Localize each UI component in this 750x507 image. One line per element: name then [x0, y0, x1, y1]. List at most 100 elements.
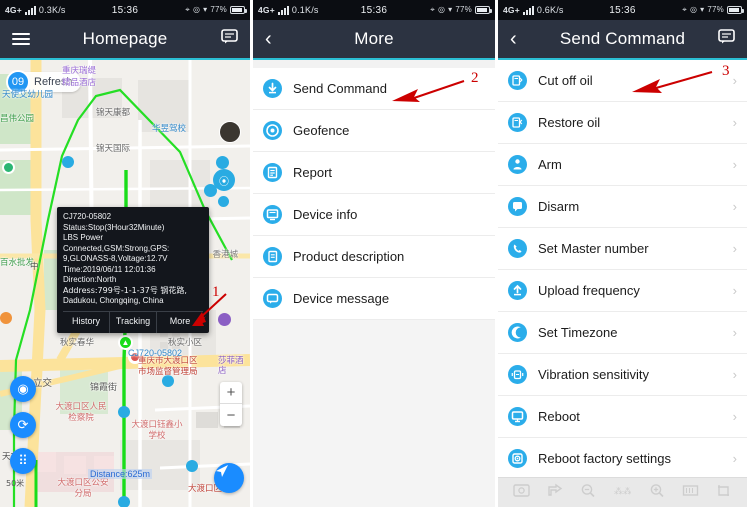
zoom-in-tool-icon[interactable] — [649, 483, 665, 503]
command-label: Disarm — [538, 199, 580, 214]
map-satellite-toggle[interactable] — [219, 121, 241, 143]
command-item-disarm[interactable]: Disarm › — [498, 186, 747, 228]
device-info-popup: CJ720-05802 Status:Stop(3Hour32Minute) L… — [57, 207, 209, 333]
popup-voltage: 9,GLONASS-8,Voltage:12.7V — [63, 254, 168, 264]
back-chevron-icon[interactable]: ‹ — [265, 29, 272, 49]
hamburger-icon[interactable] — [12, 33, 30, 45]
popup-time: Time:2019/06/11 12:01:36 — [63, 264, 156, 274]
status-right: ⌖ ◎ ▾ 77% — [430, 5, 492, 14]
command-item-reboot[interactable]: Reboot › — [498, 396, 747, 438]
menu-item-report[interactable]: Report — [253, 152, 495, 194]
popup-address-line1: Address:799号-1-1-37号 钢花路, — [63, 285, 187, 295]
phone-screen-more: 4G+ 0.1K/s 15:36 ⌖ ◎ ▾ 77% ‹ More Send C… — [250, 0, 495, 507]
menu-item-device-info[interactable]: Device info — [253, 194, 495, 236]
chat-bubble-icon[interactable] — [221, 29, 238, 49]
command-item-restore-oil[interactable]: Restore oil › — [498, 102, 747, 144]
command-item-reboot-factory-settings[interactable]: Reboot factory settings › — [498, 438, 747, 480]
map-poi-marker[interactable] — [2, 161, 15, 174]
share-tool-icon[interactable] — [547, 483, 563, 503]
map-place-label: 大渡口区公安分局 — [57, 478, 109, 499]
wifi-icon: ▾ — [700, 5, 705, 14]
crop-tool-icon[interactable] — [716, 483, 732, 503]
popup-device-id: CJ720-05802 — [63, 212, 112, 221]
map-poi-marker[interactable] — [118, 496, 130, 507]
command-label: Upload frequency — [538, 283, 640, 298]
map-device-label: CJ720-05802 — [128, 348, 183, 358]
command-item-vibration-sensitivity[interactable]: Vibration sensitivity › — [498, 354, 747, 396]
map-place-label: 重庆瑞缇 — [62, 66, 97, 76]
map-place-label: 锦天国际 — [96, 144, 131, 154]
annotation-number-3: 3 — [722, 63, 730, 79]
screenshot-tool-icon[interactable] — [512, 483, 530, 503]
location-pin-icon: ⌖ — [682, 5, 687, 14]
map-navigate-button[interactable] — [214, 463, 244, 493]
chevron-right-icon: › — [732, 73, 737, 88]
menu-item-send-command[interactable]: Send Command — [253, 68, 495, 110]
map-poi-marker[interactable] — [218, 313, 231, 326]
annotation-number-1: 1 — [212, 284, 220, 300]
map-place-label: 重庆市大渡口区市场监督管理局 — [138, 356, 198, 377]
menu-item-product-description[interactable]: Product description — [253, 236, 495, 278]
map-cluster-marker[interactable]: ⦿ — [213, 169, 235, 191]
zoom-out-button[interactable]: − — [220, 404, 242, 426]
more-button[interactable]: More — [157, 312, 203, 333]
map-poi-marker[interactable] — [118, 406, 130, 418]
command-item-upload-frequency[interactable]: Upload frequency › — [498, 270, 747, 312]
message-circle-icon — [263, 289, 282, 308]
page-title: Send Command — [559, 29, 686, 48]
command-item-arm[interactable]: Arm › — [498, 144, 747, 186]
map-poi-marker[interactable] — [216, 156, 229, 169]
map-place-label: 大渡口区人民检察院 — [55, 402, 107, 423]
map-zoom-controls[interactable]: + − — [220, 382, 242, 426]
fuel-cut-circle-icon — [508, 71, 527, 90]
chevron-right-icon: › — [732, 325, 737, 340]
vibration-circle-icon — [508, 365, 527, 384]
history-button[interactable]: History — [63, 311, 110, 333]
map-refresh-circle-button[interactable]: ⟳ — [10, 412, 36, 438]
map-poi-marker[interactable] — [186, 460, 198, 472]
zoom-out-tool-icon[interactable] — [580, 483, 596, 503]
battery-percent-label: 77% — [707, 5, 724, 14]
moon-circle-icon — [508, 323, 527, 342]
distance-label: Distance:625m — [88, 469, 153, 479]
popup-actions: History Tracking More — [63, 310, 203, 333]
map-place-label: 秋实小区 — [168, 338, 203, 348]
map-view[interactable]: 重庆瑞缇 精品酒店 锦天康都 华昱驾校 天使艾幼儿园 昌伟公园 锦天国际 百水批… — [0, 60, 250, 507]
status-right: ⌖ ◎ ▾ 77% — [185, 5, 247, 14]
bottom-toolbar: ⁂⁂ — [498, 477, 747, 507]
map-layers-button[interactable]: ⠿ — [10, 448, 36, 474]
zoom-in-button[interactable]: + — [220, 382, 242, 404]
map-place-label: 锦天康都 — [96, 108, 131, 118]
phone-screen-send-command: 4G+ 0.6K/s 15:36 ⌖ ◎ ▾ 77% ‹ Send Comman… — [495, 0, 747, 507]
blur-tool-icon[interactable]: ⁂⁂ — [613, 483, 632, 503]
document-circle-icon — [263, 163, 282, 182]
factory-reset-circle-icon — [508, 449, 527, 468]
status-bar-more: 4G+ 0.1K/s 15:36 ⌖ ◎ ▾ 77% — [253, 0, 495, 20]
battery-percent-label: 77% — [455, 5, 472, 14]
command-list: Cut off oil › Restore oil › Arm › Disarm… — [498, 60, 747, 480]
menu-item-label: Device info — [293, 207, 358, 222]
three-phone-screenshots: 4G+ 0.3K/s 15:36 ⌖ ◎ ▾ 77% Homepage 重庆瑞缇… — [0, 0, 750, 507]
chat-bubble-icon[interactable] — [718, 29, 735, 49]
tracking-button[interactable]: Tracking — [110, 311, 157, 333]
back-chevron-icon[interactable]: ‹ — [510, 29, 517, 49]
command-label: Set Master number — [538, 241, 649, 256]
command-item-set-timezone[interactable]: Set Timezone › — [498, 312, 747, 354]
location-pin-icon: ⌖ — [185, 5, 190, 14]
map-place-label: 锦霞街 — [90, 383, 118, 393]
chevron-right-icon: › — [732, 367, 737, 382]
book-circle-icon — [263, 247, 282, 266]
command-item-set-master-number[interactable]: Set Master number › — [498, 228, 747, 270]
menu-item-device-message[interactable]: Device message — [253, 278, 495, 320]
status-bar-homepage: 4G+ 0.3K/s 15:36 ⌖ ◎ ▾ 77% — [0, 0, 250, 20]
map-poi-marker[interactable] — [218, 196, 229, 207]
keyboard-tool-icon[interactable] — [682, 483, 699, 503]
map-place-label: 秋实春华 — [60, 338, 95, 348]
map-place-label: 华昱驾校 — [152, 124, 187, 134]
map-poi-marker[interactable] — [62, 156, 74, 168]
command-item-cut-off-oil[interactable]: Cut off oil › — [498, 60, 747, 102]
menu-item-geofence[interactable]: Geofence — [253, 110, 495, 152]
locate-me-button[interactable]: ◉ — [10, 376, 36, 402]
map-scale-label: 50米 — [6, 479, 25, 488]
map-poi-marker[interactable] — [0, 312, 12, 324]
